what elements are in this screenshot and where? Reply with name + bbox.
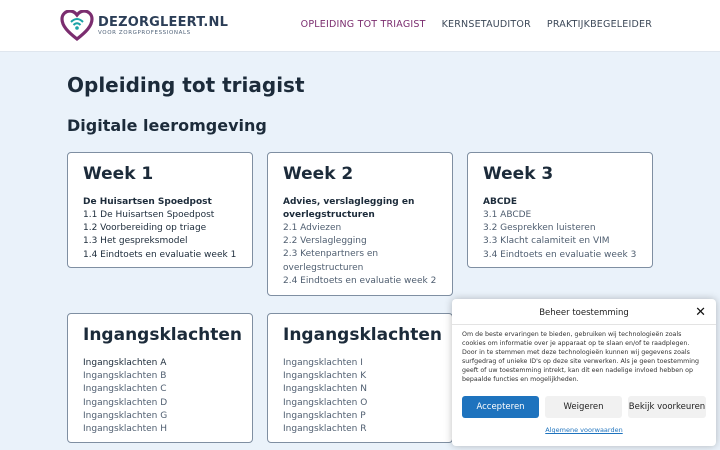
main-nav: OPLEIDING TOT TRIAGIST KERNSETAUDITOR PR… xyxy=(301,19,652,30)
card-title: Week 2 xyxy=(283,164,354,184)
lesson-link[interactable]: Ingangsklachten I xyxy=(283,357,437,370)
brand-tagline: VOOR ZORGPROFESSIONALS xyxy=(98,29,191,36)
page-title: Opleiding tot triagist xyxy=(67,73,305,97)
card-title: Week 1 xyxy=(83,164,154,184)
lesson-link[interactable]: 3.1 ABCDE xyxy=(483,209,637,222)
lesson-link[interactable]: Ingangsklachten C xyxy=(83,383,237,396)
lesson-link[interactable]: Ingangsklachten K xyxy=(283,370,437,383)
lesson-link[interactable]: 3.4 Eindtoets en evaluatie week 3 xyxy=(483,249,637,262)
divider xyxy=(452,324,716,325)
lesson-link[interactable]: Ingangsklachten R xyxy=(283,423,437,436)
site-header: DEZORGLEERT.NL VOOR ZORGPROFESSIONALS OP… xyxy=(0,0,720,52)
lesson-link[interactable]: 3.2 Gesprekken luisteren xyxy=(483,222,637,235)
close-icon[interactable]: ✕ xyxy=(695,305,706,320)
course-card-week-3: Week 3 ABCDE 3.1 ABCDE 3.2 Gesprekken lu… xyxy=(467,152,653,268)
lesson-link[interactable]: Ingangsklachten B xyxy=(83,370,237,383)
heart-logo-icon xyxy=(60,10,94,42)
card-subtitle: Advies, verslaglegging en overlegstructu… xyxy=(283,196,415,220)
deny-button[interactable]: Weigeren xyxy=(545,396,622,418)
nav-item-opleiding-tot-triagist[interactable]: OPLEIDING TOT TRIAGIST xyxy=(301,19,426,30)
terms-link[interactable]: Algemene voorwaarden xyxy=(452,426,716,434)
lesson-link[interactable]: Ingangsklachten G xyxy=(83,410,237,423)
card-title: Ingangsklachten xyxy=(83,325,243,345)
nav-item-kernsetauditor[interactable]: KERNSETAUDITOR xyxy=(442,19,531,30)
course-card-week-1: Week 1 De Huisartsen Spoedpost 1.1 De Hu… xyxy=(67,152,253,268)
lesson-link[interactable]: Ingangsklachten P xyxy=(283,410,437,423)
course-card-week-2: Week 2 Advies, verslaglegging en overleg… xyxy=(267,152,453,296)
card-subtitle: De Huisartsen Spoedpost xyxy=(83,196,212,207)
cookie-description: Om de beste ervaringen te bieden, gebrui… xyxy=(462,331,699,384)
lesson-link[interactable]: 2.4 Eindtoets en evaluatie week 2 xyxy=(283,275,437,288)
lesson-link[interactable]: Ingangsklachten D xyxy=(83,397,237,410)
lesson-link[interactable]: 1.4 Eindtoets en evaluatie week 1 xyxy=(83,249,237,262)
course-card-ingangsklachten-2: Ingangsklachten Ingangsklachten I Ingang… xyxy=(267,313,453,443)
nav-item-praktijkbegeleider[interactable]: PRAKTIJKBEGELEIDER xyxy=(547,19,652,30)
section-title: Digitale leeromgeving xyxy=(67,116,267,135)
course-card-ingangsklachten-1: Ingangsklachten Ingangsklachten A Ingang… xyxy=(67,313,253,443)
site-logo[interactable]: DEZORGLEERT.NL VOOR ZORGPROFESSIONALS xyxy=(60,10,228,42)
lesson-link[interactable]: 3.3 Klacht calamiteit en VIM xyxy=(483,235,637,248)
accept-button[interactable]: Accepteren xyxy=(462,396,539,418)
cookie-dialog-title: Beheer toestemming xyxy=(539,308,629,318)
cookie-consent-dialog: Beheer toestemming ✕ Om de beste ervarin… xyxy=(452,299,716,446)
lesson-link[interactable]: 1.2 Voorbereiding op triage xyxy=(83,222,237,235)
lesson-link[interactable]: 2.1 Adviezen xyxy=(283,222,437,235)
lesson-link[interactable]: 2.2 Verslaglegging xyxy=(283,235,437,248)
lesson-link[interactable]: Ingangsklachten O xyxy=(283,397,437,410)
card-subtitle: ABCDE xyxy=(483,196,518,207)
lesson-link[interactable]: 1.3 Het gespreksmodel xyxy=(83,235,237,248)
lesson-link[interactable]: 2.3 Ketenpartners en overlegstructuren xyxy=(283,248,437,275)
brand-name: DEZORGLEERT.NL xyxy=(98,14,229,30)
lesson-link[interactable]: Ingangsklachten H xyxy=(83,423,237,436)
lesson-link[interactable]: Ingangsklachten N xyxy=(283,383,437,396)
view-preferences-button[interactable]: Bekijk voorkeuren xyxy=(628,396,706,418)
lesson-link[interactable]: Ingangsklachten A xyxy=(83,357,237,370)
card-title: Week 3 xyxy=(483,164,554,184)
lesson-link[interactable]: 1.1 De Huisartsen Spoedpost xyxy=(83,209,237,222)
card-title: Ingangsklachten xyxy=(283,325,443,345)
